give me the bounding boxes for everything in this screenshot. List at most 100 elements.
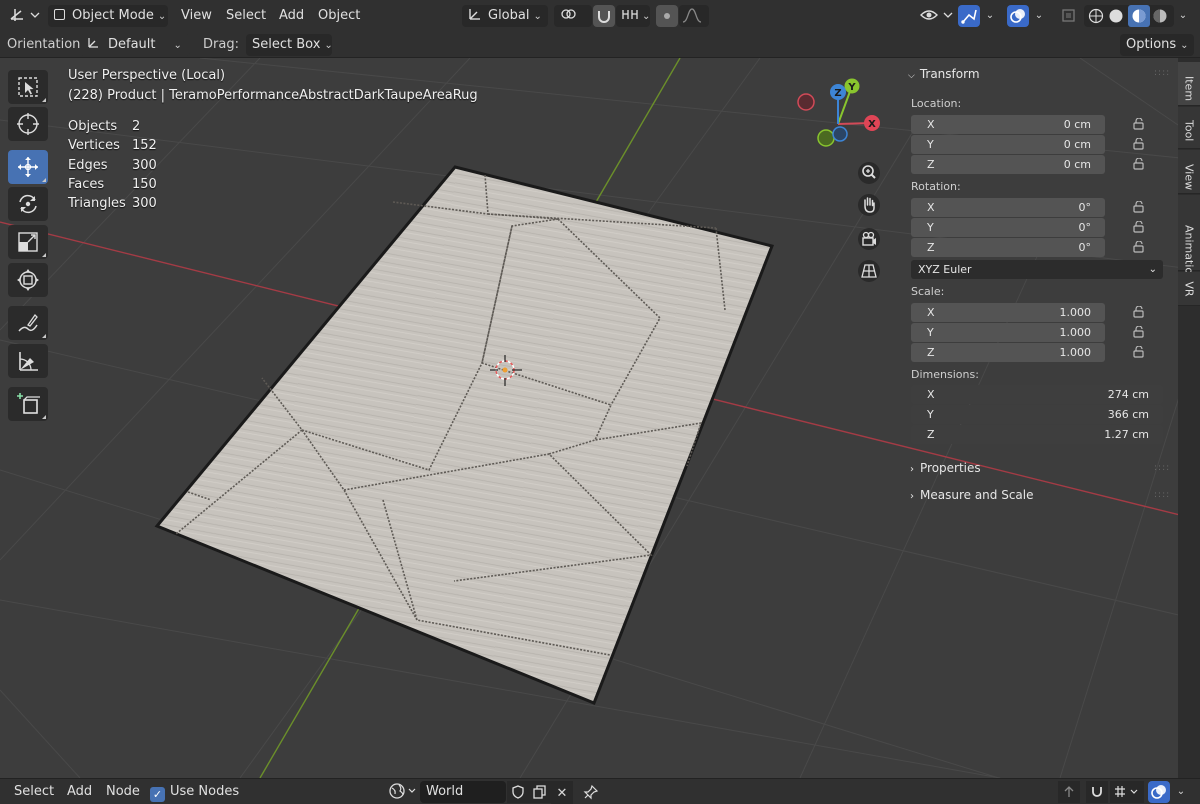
proportional-edit-toggle[interactable]: [656, 5, 678, 27]
measure-panel-header[interactable]: › Measure and Scale: [910, 488, 1034, 502]
dimensions-y-field[interactable]: Y 366 cm: [911, 405, 1163, 424]
camera-view-button[interactable]: [853, 224, 885, 254]
dimensions-z-field[interactable]: Z 1.27 cm: [911, 425, 1163, 444]
mode-dropdown[interactable]: Object Mode ⌄: [48, 5, 168, 27]
grid-perspective-icon: [858, 260, 880, 282]
lock-icon[interactable]: [1133, 241, 1147, 253]
transform-panel-header[interactable]: ⌵ Transform: [908, 67, 980, 81]
camera-icon: [858, 228, 880, 250]
overlays-dropdown[interactable]: ⌄: [1030, 5, 1048, 27]
tab-view-label: View: [1182, 163, 1196, 190]
menu-select[interactable]: Select: [226, 5, 266, 27]
falloff-dropdown[interactable]: [679, 5, 709, 27]
tool-add-cube[interactable]: [8, 387, 48, 421]
snap-target-dropdown[interactable]: ⌄: [616, 5, 650, 27]
lock-icon[interactable]: [1133, 221, 1147, 233]
unlink-world-button[interactable]: ✕: [551, 781, 573, 804]
xray-toggle[interactable]: [1058, 5, 1080, 33]
grid-snap-icon: [1115, 786, 1138, 797]
chevron-down-icon: ⌄: [985, 10, 995, 21]
transform-orientation-dropdown[interactable]: Global ⌄: [462, 5, 548, 27]
lock-icon[interactable]: [1133, 158, 1147, 170]
footer-menu-node[interactable]: Node: [106, 781, 140, 803]
lock-icon[interactable]: [1133, 326, 1147, 338]
lock-icon[interactable]: [1133, 201, 1147, 213]
tool-rotate[interactable]: [8, 187, 48, 221]
drag-handle-icon[interactable]: ::::: [1154, 68, 1170, 78]
drag-handle-icon[interactable]: ::::: [1154, 463, 1170, 473]
editor-type-button[interactable]: [6, 5, 42, 31]
orientation-icon: [88, 38, 98, 48]
tab-animation[interactable]: Animation: [1178, 195, 1200, 281]
tool-measure[interactable]: [8, 344, 48, 378]
gizmo-dropdown[interactable]: ⌄: [981, 5, 999, 27]
location-z-field[interactable]: Z 0 cm: [911, 155, 1105, 174]
footer-menu-select[interactable]: Select: [14, 781, 54, 803]
tool-move[interactable]: [8, 150, 48, 184]
location-y-field[interactable]: Y 0 cm: [911, 135, 1105, 154]
snap-toggle[interactable]: [593, 5, 615, 27]
fake-user-toggle[interactable]: [507, 781, 529, 803]
tab-view[interactable]: View: [1178, 150, 1200, 194]
tab-tool[interactable]: Tool: [1178, 107, 1200, 149]
tool-scale[interactable]: [8, 225, 48, 259]
pin-button[interactable]: [580, 781, 602, 803]
y-axis-label: Y: [847, 82, 856, 93]
stat-triangles-label: Triangles: [68, 196, 126, 211]
rotation-z-field[interactable]: Z 0°: [911, 238, 1105, 257]
tool-select-box[interactable]: [8, 70, 48, 104]
neg-x-handle[interactable]: [797, 93, 815, 111]
pivot-point-dropdown[interactable]: [554, 5, 592, 27]
world-globe-icon: [389, 783, 416, 799]
pan-button[interactable]: [853, 190, 885, 220]
tool-transform[interactable]: [8, 263, 48, 297]
drag-dropdown[interactable]: Select Box ⌄: [246, 34, 333, 56]
tab-item[interactable]: Item: [1178, 62, 1200, 106]
shading-dropdown[interactable]: ⌄: [1174, 5, 1192, 27]
rotation-mode-dropdown[interactable]: XYZ Euler ⌄: [911, 260, 1163, 279]
lock-icon[interactable]: [1133, 346, 1147, 358]
menu-view[interactable]: View: [181, 5, 212, 27]
world-name-field[interactable]: World: [420, 781, 506, 803]
overlays-toggle-footer[interactable]: [1148, 781, 1170, 803]
lock-icon[interactable]: [1133, 138, 1147, 150]
menu-add[interactable]: Add: [279, 5, 304, 27]
visibility-dropdown[interactable]: [918, 5, 956, 31]
orientation-dropdown[interactable]: Default ⌄: [80, 34, 190, 56]
scale-x-field[interactable]: X 1.000: [911, 303, 1105, 322]
overlays-dropdown-footer[interactable]: ⌄: [1172, 781, 1190, 803]
perspective-toggle[interactable]: [853, 256, 885, 286]
duplicate-world-button[interactable]: [529, 781, 551, 803]
dimensions-x-field[interactable]: X 274 cm: [911, 385, 1163, 404]
options-dropdown[interactable]: Options ⌄: [1120, 34, 1194, 56]
measure-ruler-icon: [19, 352, 38, 371]
falloff-curve-icon: [682, 8, 702, 23]
world-browse-button[interactable]: [386, 781, 420, 804]
parent-node-tree-button[interactable]: [1058, 781, 1080, 803]
overlays-toggle[interactable]: [1007, 5, 1029, 27]
lock-icon[interactable]: [1133, 306, 1147, 318]
rotation-y-field[interactable]: Y 0°: [911, 218, 1105, 237]
tab-vr[interactable]: VR: [1178, 272, 1200, 306]
gizmo-toggle[interactable]: [958, 5, 980, 27]
tool-annotate[interactable]: [8, 306, 48, 340]
location-x-field[interactable]: X 0 cm: [911, 115, 1105, 134]
snap-mode-dropdown[interactable]: [1110, 781, 1144, 803]
rug-object[interactable]: [154, 165, 775, 705]
zoom-button[interactable]: [853, 158, 885, 188]
lock-icon[interactable]: [1133, 118, 1147, 130]
axis-label: X: [927, 201, 935, 214]
properties-panel-header[interactable]: › Properties: [910, 461, 981, 475]
footer-menu-add[interactable]: Add: [67, 781, 92, 803]
snap-toggle-footer[interactable]: [1086, 781, 1108, 803]
tool-cursor[interactable]: [8, 107, 48, 141]
neg-y-handle[interactable]: [817, 129, 835, 147]
drag-handle-icon[interactable]: ::::: [1154, 490, 1170, 500]
chevron-down-icon: ⌄: [1148, 264, 1157, 275]
menu-object[interactable]: Object: [318, 5, 360, 27]
scale-y-field[interactable]: Y 1.000: [911, 323, 1105, 342]
use-nodes-checkbox[interactable]: ✓ Use Nodes: [150, 781, 239, 803]
scale-z-field[interactable]: Z 1.000: [911, 343, 1105, 362]
neg-z-handle[interactable]: [832, 126, 848, 142]
rotation-x-field[interactable]: X 0°: [911, 198, 1105, 217]
